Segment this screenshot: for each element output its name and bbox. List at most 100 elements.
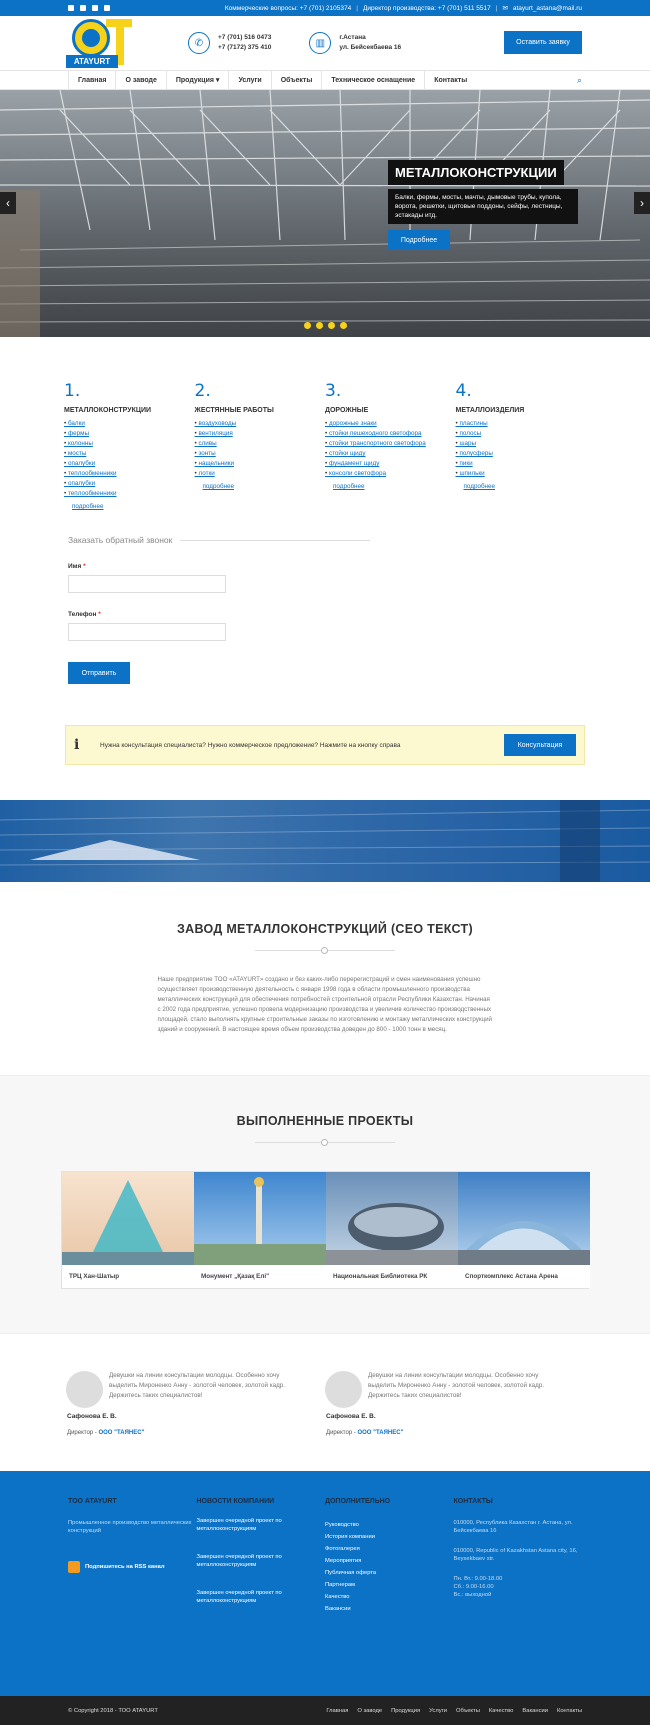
category-link[interactable]: полусферы <box>456 449 587 459</box>
nav-item-about[interactable]: О заводе <box>115 71 165 89</box>
footer-link[interactable]: Публичная оферта <box>325 1567 454 1579</box>
category-link[interactable]: стойки пешеходного светофора <box>325 429 456 439</box>
footer-link[interactable]: Руководство <box>325 1519 454 1531</box>
rss-link[interactable]: Подпишитесь на RSS канал <box>68 1561 197 1573</box>
footer-link[interactable]: Вакансии <box>325 1603 454 1615</box>
category-link[interactable]: фермы <box>64 429 195 439</box>
category-link[interactable]: нащельники <box>195 459 326 469</box>
footer-about-text: Промышленное производство металлических … <box>68 1520 192 1534</box>
news-item[interactable]: Завершен очередной проект по металлоконс… <box>197 1517 326 1533</box>
category-more-link[interactable]: подробнее <box>72 503 195 510</box>
news-item[interactable]: Завершен очередной проект по металлоконс… <box>197 1553 326 1569</box>
header: ATAYURT ✆ +7 (701) 516 0473 +7 (7172) 37… <box>0 16 650 70</box>
category-link[interactable]: колонны <box>64 439 195 449</box>
category-link[interactable]: лотки <box>195 469 326 479</box>
category-link[interactable]: сливы <box>195 439 326 449</box>
project-card[interactable]: Монумент „Қазақ Елі" <box>194 1172 326 1288</box>
footer-news: НОВОСТИ КОМПАНИИ Завершен очередной прое… <box>197 1498 326 1696</box>
project-card[interactable]: Национальная Библиотека РК <box>326 1172 458 1288</box>
footer-link[interactable]: Мероприятия <box>325 1555 454 1567</box>
testimonial-quote: Девушки на линии консультации молодцы. О… <box>109 1372 286 1399</box>
category-metal-products: 4. МЕТАЛЛОИЗДЕЛИЯ пластины полосы шары п… <box>456 381 587 513</box>
category-link[interactable]: теплообменники <box>64 469 195 479</box>
category-link[interactable]: опалубки <box>64 459 195 469</box>
category-metal-structures: 1. МЕТАЛЛОКОНСТРУКЦИИ балки фермы колонн… <box>64 381 195 513</box>
category-link[interactable]: воздуховоды <box>195 419 326 429</box>
leave-request-button[interactable]: Оставить заявку <box>504 31 582 54</box>
footer-link[interactable]: История компании <box>325 1531 454 1543</box>
divider <box>255 947 395 954</box>
category-link[interactable]: пики <box>456 459 587 469</box>
bottom-link[interactable]: Контакты <box>557 1708 582 1714</box>
submit-button[interactable]: Отправить <box>68 662 130 684</box>
nav-item-products[interactable]: Продукция ▾ <box>165 71 229 89</box>
category-link[interactable]: стойки щиду <box>325 449 456 459</box>
phones-block: ✆ +7 (701) 516 0473 +7 (7172) 375 410 <box>188 32 271 54</box>
prev-slide-arrow[interactable]: ‹ <box>0 192 16 214</box>
email-link[interactable]: atayurt_astana@mail.ru <box>513 5 582 12</box>
logo[interactable]: ATAYURT <box>66 17 138 69</box>
slider-dot[interactable] <box>304 322 311 329</box>
category-tin-works: 2. ЖЕСТЯННЫЕ РАБОТЫ воздуховоды вентиляц… <box>195 381 326 513</box>
category-more-link[interactable]: подробнее <box>464 483 587 490</box>
slider-dot[interactable] <box>340 322 347 329</box>
project-card[interactable]: ТРЦ Хан-Шатыр <box>62 1172 194 1288</box>
category-link[interactable]: вентиляция <box>195 429 326 439</box>
notice-text: Нужна консультация специалиста? Нужно ко… <box>100 741 401 749</box>
nav-item-equipment[interactable]: Техническое оснащение <box>321 71 424 89</box>
next-slide-arrow[interactable]: › <box>634 192 650 214</box>
company-link[interactable]: ООО "ТАЯНЕС" <box>98 1430 144 1436</box>
category-link[interactable]: фундамент щиду <box>325 459 456 469</box>
category-link[interactable]: консоли светофора <box>325 469 456 479</box>
footer-link[interactable]: Фотогалерея <box>325 1543 454 1555</box>
vk-icon[interactable] <box>92 5 98 11</box>
category-link[interactable]: зонты <box>195 449 326 459</box>
testimonial-quote: Девушки на линии консультации молодцы. О… <box>368 1372 545 1399</box>
category-link[interactable]: теплообменники <box>64 489 195 499</box>
bottom-link[interactable]: О заводе <box>357 1708 382 1714</box>
twitter-icon[interactable] <box>104 5 110 11</box>
instagram-icon[interactable] <box>80 5 86 11</box>
category-more-link[interactable]: подробнее <box>203 483 326 490</box>
bottom-link[interactable]: Качество <box>489 1708 514 1714</box>
bottom-link[interactable]: Вакансии <box>522 1708 548 1714</box>
nav-item-contacts[interactable]: Контакты <box>424 71 476 89</box>
footer-link[interactable]: Качество <box>325 1591 454 1603</box>
bottom-link[interactable]: Главная <box>326 1708 348 1714</box>
phone-input[interactable] <box>68 623 226 641</box>
category-number: 4. <box>455 381 472 401</box>
phone-1[interactable]: +7 (701) 516 0473 <box>218 33 271 43</box>
slider-dot[interactable] <box>316 322 323 329</box>
phone-2[interactable]: +7 (7172) 375 410 <box>218 43 271 53</box>
category-link[interactable]: мосты <box>64 449 195 459</box>
bottom-link[interactable]: Продукция <box>391 1708 420 1714</box>
category-link[interactable]: дорожные знаки <box>325 419 456 429</box>
nav-item-services[interactable]: Услуги <box>228 71 270 89</box>
info-icon: i <box>74 737 80 753</box>
consultation-button[interactable]: Консультация <box>504 734 576 756</box>
category-link[interactable]: пластины <box>456 419 587 429</box>
category-link[interactable]: балки <box>64 419 195 429</box>
footer-link[interactable]: Партнерам <box>325 1579 454 1591</box>
slide-more-button[interactable]: Подробнее <box>388 230 450 250</box>
nav-item-objects[interactable]: Объекты <box>270 71 322 89</box>
company-link[interactable]: ООО "ТАЯНЕС" <box>357 1430 403 1436</box>
project-card[interactable]: Спорткомплекс Астана Арена <box>458 1172 590 1288</box>
category-more-link[interactable]: подробнее <box>333 483 456 490</box>
search-icon[interactable]: ⌕ <box>577 71 582 89</box>
category-road: 3. ДОРОЖНЫЕ дорожные знаки стойки пешехо… <box>325 381 456 513</box>
bottom-link[interactable]: Услуги <box>429 1708 447 1714</box>
stadium-banner <box>0 800 650 882</box>
category-link[interactable]: шпильки <box>456 469 587 479</box>
projects-title: ВЫПОЛНЕННЫЕ ПРОЕКТЫ <box>236 1114 414 1128</box>
nav-item-home[interactable]: Главная <box>68 71 115 89</box>
name-input[interactable] <box>68 575 226 593</box>
category-link[interactable]: шары <box>456 439 587 449</box>
facebook-icon[interactable] <box>68 5 74 11</box>
news-item[interactable]: Завершен очередной проект по металлоконс… <box>197 1589 326 1605</box>
slider-dot[interactable] <box>328 322 335 329</box>
category-link[interactable]: опалубки <box>64 479 195 489</box>
category-link[interactable]: стойки транспортного светофора <box>325 439 456 449</box>
bottom-link[interactable]: Объекты <box>456 1708 480 1714</box>
category-link[interactable]: полосы <box>456 429 587 439</box>
